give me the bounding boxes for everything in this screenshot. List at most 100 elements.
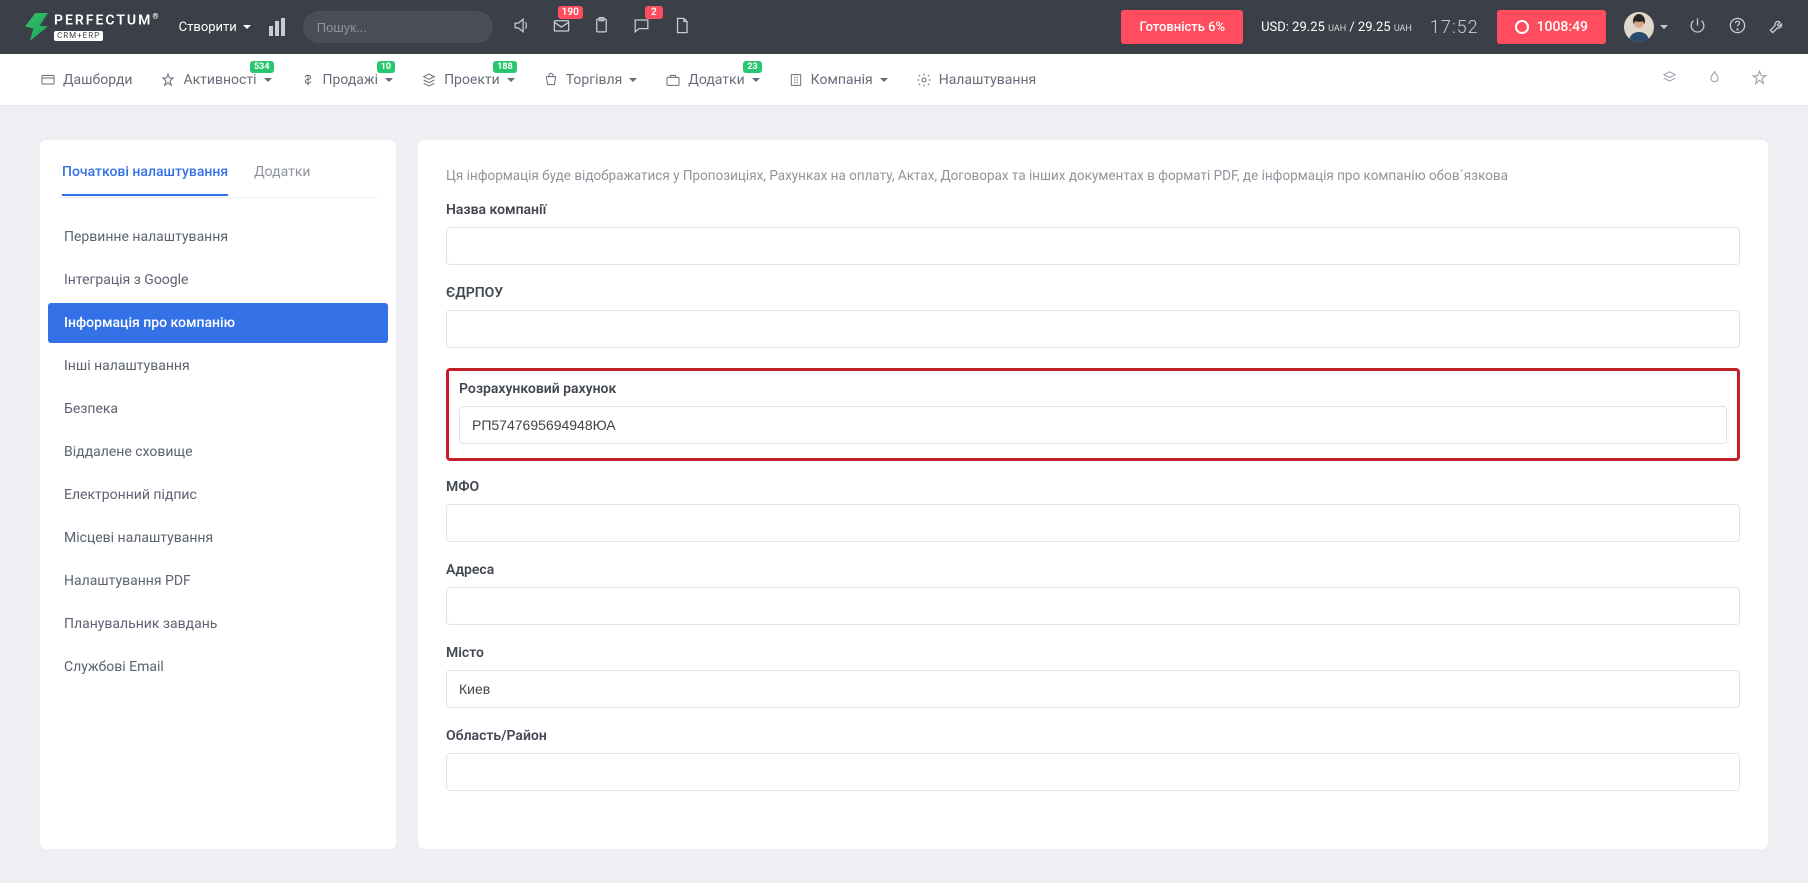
field-address: Адреса (446, 562, 1740, 625)
help-icon[interactable] (1726, 16, 1748, 39)
field-account: Розрахунковий рахунок (459, 381, 1727, 444)
form-info-text: Ця інформація буде відображатися у Пропо… (446, 168, 1740, 184)
layers-icon[interactable] (1661, 69, 1678, 90)
nav-label: Компанія (811, 72, 873, 88)
nav-settings[interactable]: Налаштування (916, 72, 1037, 88)
sound-icon[interactable] (511, 16, 533, 39)
chat-badge: 2 (645, 6, 663, 19)
field-mfo: МФО (446, 479, 1740, 542)
nav-label: Продажі (323, 72, 379, 88)
city-input[interactable] (446, 670, 1740, 708)
tab-initial-settings[interactable]: Початкові налаштування (62, 158, 228, 196)
wrench-icon[interactable] (1766, 16, 1788, 39)
address-input[interactable] (446, 587, 1740, 625)
company-name-label: Назва компанії (446, 202, 1740, 218)
create-button[interactable]: Створити (179, 20, 251, 35)
nav-label: Торгівля (566, 72, 623, 88)
timer-value: 1008:49 (1537, 19, 1588, 35)
nav-company[interactable]: Компанія (788, 72, 888, 88)
nav-badge: 534 (250, 61, 274, 73)
nav-sales[interactable]: Продажі 10 (300, 72, 394, 88)
address-label: Адреса (446, 562, 1740, 578)
clock: 17:52 (1430, 17, 1479, 38)
clock-icon (1515, 20, 1529, 34)
sidebar-item-pdf[interactable]: Налаштування PDF (48, 561, 388, 601)
company-form: Ця інформація буде відображатися у Пропо… (418, 140, 1768, 849)
nav-badge: 23 (743, 61, 761, 73)
currency-rate: USD: 29.25 UAH / 29.25 UAH (1261, 20, 1412, 35)
logo-icon (20, 13, 48, 41)
chevron-down-icon (880, 78, 888, 82)
chevron-down-icon (629, 78, 637, 82)
account-label: Розрахунковий рахунок (459, 381, 1727, 397)
tab-addons[interactable]: Додатки (254, 158, 310, 196)
edrpou-input[interactable] (446, 310, 1740, 348)
stats-icon[interactable] (269, 18, 285, 36)
mail-icon[interactable]: 190 (551, 16, 573, 39)
sidebar-item-primary-setup[interactable]: Первинне налаштування (48, 217, 388, 257)
sidebar-item-esign[interactable]: Електронний підпис (48, 475, 388, 515)
nav-label: Активності (183, 72, 256, 88)
mail-badge: 190 (558, 6, 583, 19)
settings-sidebar: Початкові налаштування Додатки Первинне … (40, 140, 396, 849)
brand-sub: CRM+ERP (54, 31, 103, 41)
star-icon[interactable] (1751, 69, 1768, 90)
avatar (1624, 12, 1654, 42)
account-input[interactable] (459, 406, 1727, 444)
field-company-name: Назва компанії (446, 202, 1740, 265)
nav-label: Проекти (444, 72, 500, 88)
user-menu[interactable] (1624, 12, 1668, 42)
sidebar-item-company-info[interactable]: Інформація про компанію (48, 303, 388, 343)
field-edrpou: ЄДРПОУ (446, 285, 1740, 348)
sidebar-item-google[interactable]: Інтеграція з Google (48, 260, 388, 300)
highlighted-account-field: Розрахунковий рахунок (446, 368, 1740, 461)
flame-icon[interactable] (1706, 69, 1723, 90)
chevron-down-icon (243, 25, 251, 29)
field-region: Область/Район (446, 728, 1740, 791)
sidebar-tabs: Початкові налаштування Додатки (40, 158, 396, 197)
brand-logo[interactable]: PERFECTUM® CRM+ERP (20, 13, 161, 41)
top-header: PERFECTUM® CRM+ERP Створити 190 2 Готовн… (0, 0, 1808, 54)
chat-icon[interactable]: 2 (631, 16, 653, 39)
region-label: Область/Район (446, 728, 1740, 744)
city-label: Місто (446, 645, 1740, 661)
nav-badge: 10 (377, 61, 395, 73)
chevron-down-icon (385, 78, 393, 82)
sidebar-item-remote-storage[interactable]: Віддалене сховище (48, 432, 388, 472)
timer-button[interactable]: 1008:49 (1497, 10, 1606, 44)
nav-projects[interactable]: Проекти 188 (421, 72, 515, 88)
sidebar-item-security[interactable]: Безпека (48, 389, 388, 429)
search-input[interactable] (317, 20, 479, 35)
region-input[interactable] (446, 753, 1740, 791)
nav-badge: 188 (493, 61, 517, 73)
chevron-down-icon (1660, 25, 1668, 29)
brand-name: PERFECTUM (54, 13, 152, 29)
power-icon[interactable] (1686, 16, 1708, 39)
company-name-input[interactable] (446, 227, 1740, 265)
chevron-down-icon (752, 78, 760, 82)
sidebar-item-scheduler[interactable]: Планувальник завдань (48, 604, 388, 644)
create-label: Створити (179, 20, 237, 35)
nav-label: Дашборди (63, 72, 132, 88)
mfo-input[interactable] (446, 504, 1740, 542)
clipboard-icon[interactable] (591, 16, 613, 39)
sidebar-item-other[interactable]: Інші налаштування (48, 346, 388, 386)
nav-label: Налаштування (939, 72, 1037, 88)
sidebar-list: Первинне налаштування Інтеграція з Googl… (40, 208, 396, 687)
readiness-button[interactable]: Готовність 6% (1121, 10, 1243, 44)
sidebar-item-service-email[interactable]: Службові Email (48, 647, 388, 687)
content-area: Початкові налаштування Додатки Первинне … (0, 106, 1808, 883)
chevron-down-icon (507, 78, 515, 82)
chevron-down-icon (264, 78, 272, 82)
document-icon[interactable] (671, 16, 693, 39)
nav-label: Додатки (688, 72, 744, 88)
nav-addons[interactable]: Додатки 23 (665, 72, 759, 88)
mfo-label: МФО (446, 479, 1740, 495)
nav-dashboards[interactable]: Дашборди (40, 72, 132, 88)
nav-trade[interactable]: Торгівля (543, 72, 638, 88)
edrpou-label: ЄДРПОУ (446, 285, 1740, 301)
search-box[interactable] (303, 11, 493, 43)
sidebar-item-locale[interactable]: Місцеві налаштування (48, 518, 388, 558)
nav-activities[interactable]: Активності 534 (160, 72, 271, 88)
field-city: Місто (446, 645, 1740, 708)
